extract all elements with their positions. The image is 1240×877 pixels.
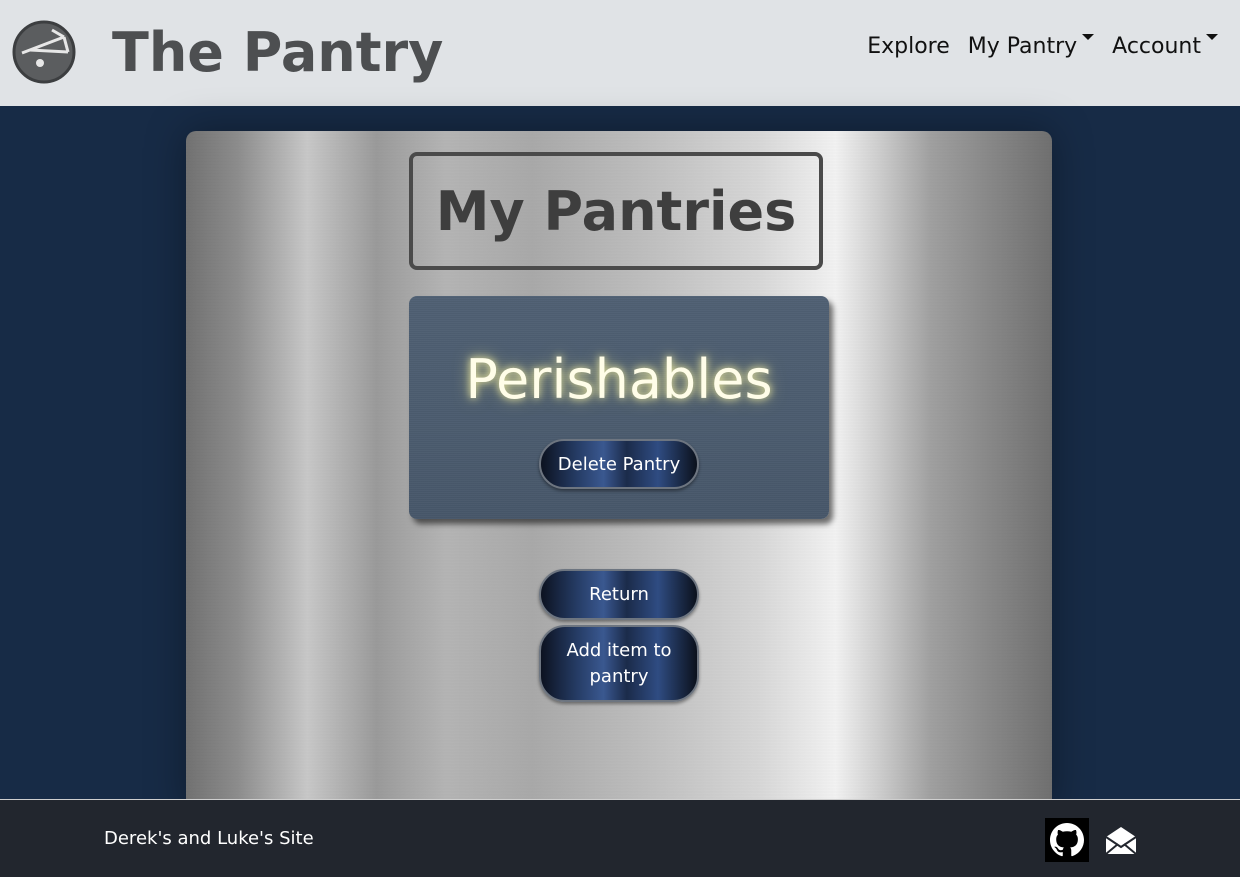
nav-my-pantry-dropdown[interactable]: My Pantry xyxy=(967,34,1095,59)
footer: Derek's and Luke's Site xyxy=(0,799,1240,877)
github-icon[interactable] xyxy=(1045,818,1089,862)
header: The Pantry Explore My Pantry Account xyxy=(0,0,1240,106)
scale-icon[interactable] xyxy=(12,20,76,84)
return-button[interactable]: Return xyxy=(539,569,699,620)
brand-title[interactable]: The Pantry xyxy=(112,18,443,88)
mail-icon[interactable] xyxy=(1104,824,1138,856)
nav-explore-label: Explore xyxy=(867,34,950,59)
pantry-name[interactable]: Perishables xyxy=(409,348,829,411)
nav-my-pantry-label: My Pantry xyxy=(967,34,1078,59)
main-nav: Explore My Pantry Account xyxy=(867,34,1218,59)
nav-account-dropdown[interactable]: Account xyxy=(1112,34,1218,59)
caret-down-icon xyxy=(1082,34,1095,40)
page-title-box: My Pantries xyxy=(409,152,823,270)
footer-text: Derek's and Luke's Site xyxy=(104,828,314,849)
page-title: My Pantries xyxy=(435,179,797,243)
nav-explore[interactable]: Explore xyxy=(867,34,950,59)
delete-pantry-button[interactable]: Delete Pantry xyxy=(539,439,699,489)
caret-down-icon xyxy=(1206,34,1218,40)
add-item-button[interactable]: Add item to pantry xyxy=(539,625,699,702)
nav-account-label: Account xyxy=(1112,34,1201,59)
